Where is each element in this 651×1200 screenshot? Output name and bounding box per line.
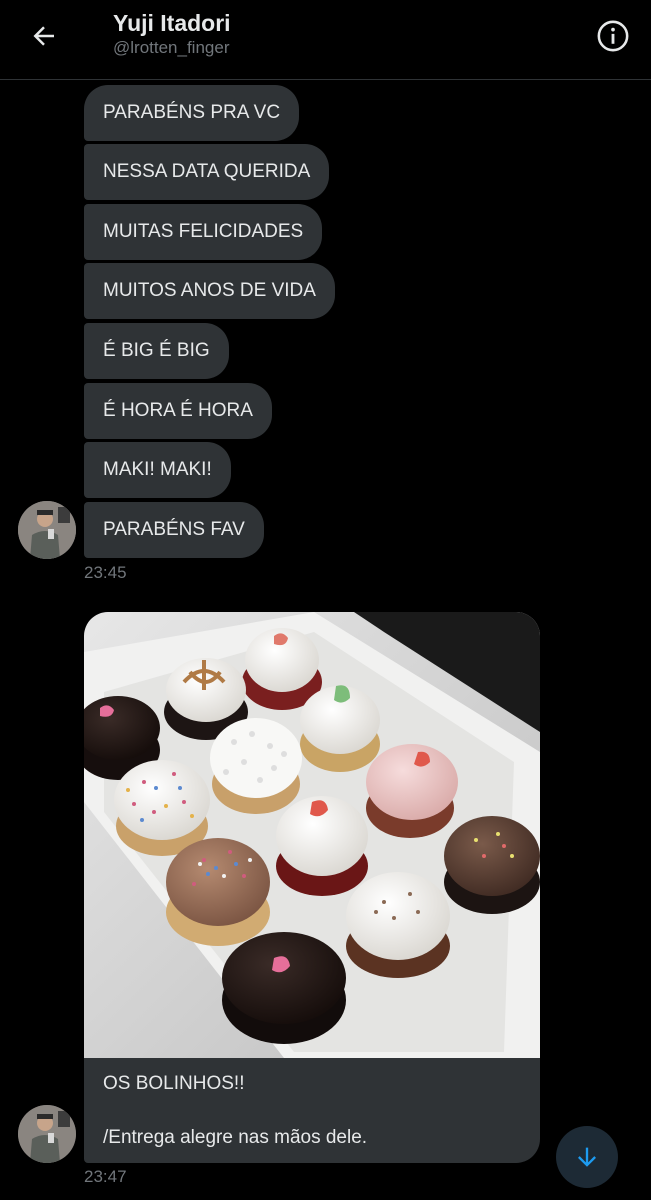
info-button[interactable] [595,18,631,54]
contact-handle: @lrotten_finger [113,38,230,57]
message-bubble[interactable]: PARABÉNS FAV [84,502,264,558]
message-bubble[interactable]: NESSA DATA QUERIDA [84,144,330,200]
message-bubble[interactable]: MAKI! MAKI! [84,442,231,498]
arrow-left-icon [33,26,54,46]
conversation-header: Yuji Itadori @lrotten_finger [0,0,651,80]
media-message[interactable]: OS BOLINHOS!! /Entrega alegre nas mãos d… [84,612,540,1163]
info-icon [597,20,629,52]
back-button[interactable] [26,18,62,54]
avatar[interactable] [18,1105,76,1163]
arrow-down-icon [578,1147,596,1167]
message-bubble[interactable]: É HORA É HORA [84,383,272,439]
contact-name: Yuji Itadori [113,10,231,36]
message-bubble[interactable]: MUITAS FELICIDADES [84,204,323,260]
conversation-title[interactable]: Yuji Itadori @lrotten_finger [113,9,231,59]
media-caption: OS BOLINHOS!! /Entrega alegre nas mãos d… [103,1073,368,1148]
message-bubble[interactable]: MUITOS ANOS DE VIDA [84,263,335,319]
message-timestamp: 23:45 [84,563,127,582]
scroll-to-bottom-button[interactable] [556,1126,618,1188]
avatar[interactable] [18,501,76,559]
cupcakes-image[interactable] [84,612,540,1058]
message-timestamp: 23:47 [84,1167,127,1186]
message-bubble[interactable]: É BIG É BIG [84,323,229,379]
message-bubble[interactable]: PARABÉNS PRA VC [84,85,300,141]
